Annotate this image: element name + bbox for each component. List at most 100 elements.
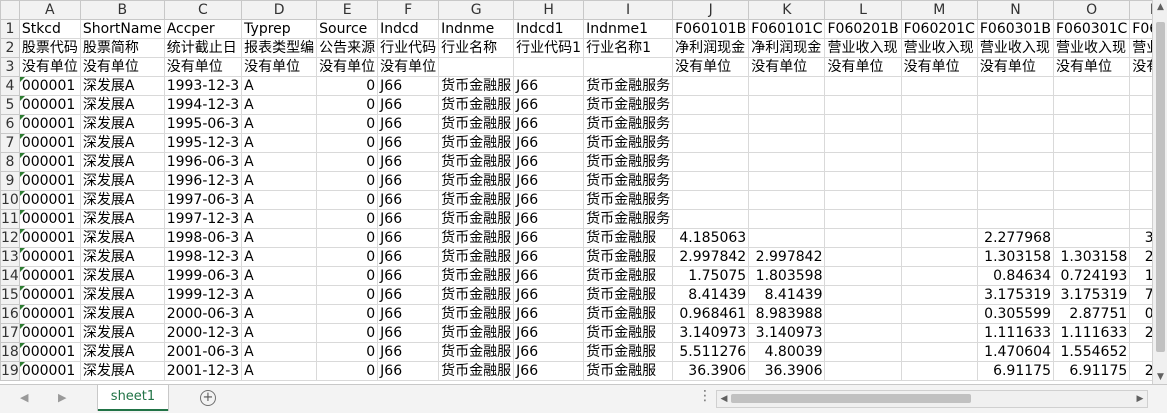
cell[interactable]: 公告来源 — [316, 38, 379, 58]
cell[interactable]: 1999-12-3 — [163, 285, 243, 305]
cell[interactable]: 深发展A — [79, 190, 165, 210]
cell[interactable]: 000001 — [18, 76, 81, 96]
cell[interactable] — [976, 95, 1054, 115]
cell[interactable]: 1996-12-3 — [163, 171, 243, 191]
cell[interactable]: 1.303158 — [976, 247, 1054, 267]
cell[interactable]: 货币金融服 — [583, 342, 674, 362]
cell[interactable]: J66 — [377, 323, 440, 343]
cell[interactable]: 000001 — [18, 285, 81, 305]
row-header[interactable]: 7 — [0, 133, 20, 153]
cell[interactable]: J66 — [513, 266, 585, 286]
cell[interactable] — [1052, 209, 1131, 229]
sheet-tab[interactable]: sheet1 — [98, 385, 168, 411]
cell[interactable] — [900, 361, 978, 381]
cell[interactable]: 货币金融服务 — [583, 95, 674, 115]
scroll-left-arrow-icon[interactable]: ◀ — [717, 391, 731, 407]
cell[interactable] — [976, 114, 1054, 134]
cell[interactable]: 深发展A — [79, 76, 165, 96]
cell[interactable]: 货币金融服 — [438, 171, 515, 191]
cell[interactable]: J66 — [377, 133, 440, 153]
cell[interactable]: 深发展A — [79, 114, 165, 134]
cell[interactable]: 000001 — [18, 152, 81, 172]
cell[interactable]: 4.185063 — [672, 228, 750, 248]
cell[interactable] — [672, 95, 750, 115]
cell[interactable] — [748, 190, 826, 210]
cell[interactable] — [672, 152, 750, 172]
select-all-corner[interactable] — [0, 0, 20, 20]
column-header[interactable]: I — [583, 0, 674, 20]
row-header[interactable]: 10 — [0, 190, 20, 210]
cell[interactable] — [900, 171, 978, 191]
cell[interactable]: A — [241, 361, 318, 381]
cell[interactable]: J66 — [513, 342, 585, 362]
cell[interactable]: A — [241, 95, 318, 115]
cell[interactable]: 货币金融服 — [583, 323, 674, 343]
cell[interactable]: 000001 — [18, 171, 81, 191]
cell[interactable]: 000001 — [18, 247, 81, 267]
cell[interactable]: 0 — [316, 228, 379, 248]
cell[interactable]: 0 — [316, 95, 379, 115]
cell[interactable] — [748, 209, 826, 229]
cell[interactable]: 3.175319 — [1052, 285, 1131, 305]
next-sheet-icon[interactable]: ▶ — [58, 391, 66, 404]
column-header[interactable]: O — [1052, 0, 1131, 20]
cell[interactable] — [1129, 190, 1152, 210]
cell[interactable] — [900, 190, 978, 210]
column-header[interactable]: F — [377, 0, 440, 20]
cell[interactable]: 1997-12-3 — [163, 209, 243, 229]
more-options-icon[interactable]: ⋮ — [698, 388, 712, 404]
cell[interactable] — [1129, 76, 1152, 96]
cell[interactable] — [748, 133, 826, 153]
cell[interactable]: 1.51 — [1129, 266, 1152, 286]
cell[interactable] — [1052, 190, 1131, 210]
row-header[interactable]: 14 — [0, 266, 20, 286]
cell[interactable] — [748, 76, 826, 96]
cell[interactable]: 0.968461 — [672, 304, 750, 324]
cell[interactable]: 货币金融服 — [438, 304, 515, 324]
cell[interactable] — [824, 209, 902, 229]
cell[interactable]: 2.87751 — [1052, 304, 1131, 324]
cell[interactable] — [900, 228, 978, 248]
cell[interactable] — [824, 152, 902, 172]
cell[interactable] — [976, 133, 1054, 153]
cell[interactable] — [672, 209, 750, 229]
row-header[interactable]: 13 — [0, 247, 20, 267]
cell[interactable]: 0 — [316, 304, 379, 324]
cell[interactable] — [976, 190, 1054, 210]
cell[interactable]: 0 — [316, 285, 379, 305]
cell[interactable]: 货币金融服 — [438, 95, 515, 115]
row-header[interactable]: 12 — [0, 228, 20, 248]
cell[interactable]: 1995-06-3 — [163, 114, 243, 134]
cell[interactable]: 1998-06-3 — [163, 228, 243, 248]
cell[interactable] — [748, 95, 826, 115]
cell[interactable]: J66 — [377, 361, 440, 381]
cell[interactable]: 没有单位 — [900, 57, 978, 77]
cell[interactable] — [583, 57, 674, 77]
cell[interactable]: 000001 — [18, 304, 81, 324]
cell[interactable]: J66 — [377, 228, 440, 248]
cell[interactable]: 没有单位 — [79, 57, 165, 77]
row-header[interactable]: 5 — [0, 95, 20, 115]
cell[interactable]: 1.111633 — [976, 323, 1054, 343]
cell[interactable] — [824, 266, 902, 286]
cell[interactable]: 1.470604 — [976, 342, 1054, 362]
cell[interactable]: F060101C — [748, 19, 826, 39]
cell[interactable] — [824, 304, 902, 324]
cell[interactable] — [824, 133, 902, 153]
cell[interactable]: 营业收入现 — [900, 38, 978, 58]
cell[interactable]: J66 — [513, 361, 585, 381]
cell[interactable]: 货币金融服 — [583, 266, 674, 286]
cell[interactable] — [1129, 171, 1152, 191]
cell[interactable]: 1.303158 — [1052, 247, 1131, 267]
cell[interactable]: 货币金融服务 — [583, 152, 674, 172]
prev-sheet-icon[interactable]: ◀ — [20, 391, 28, 404]
cell[interactable]: 0 — [316, 133, 379, 153]
cell[interactable]: 货币金融服务 — [583, 190, 674, 210]
cell[interactable]: 深发展A — [79, 285, 165, 305]
spreadsheet-grid[interactable]: ABCDEFGHIJKLMNOP1StkcdShortNameAccperTyp… — [0, 0, 1152, 384]
cell[interactable]: 行业名称1 — [583, 38, 674, 58]
cell[interactable]: 货币金融服 — [438, 76, 515, 96]
cell[interactable]: 1994-12-3 — [163, 95, 243, 115]
cell[interactable]: 统计截止日 — [163, 38, 243, 58]
column-header[interactable]: M — [900, 0, 978, 20]
